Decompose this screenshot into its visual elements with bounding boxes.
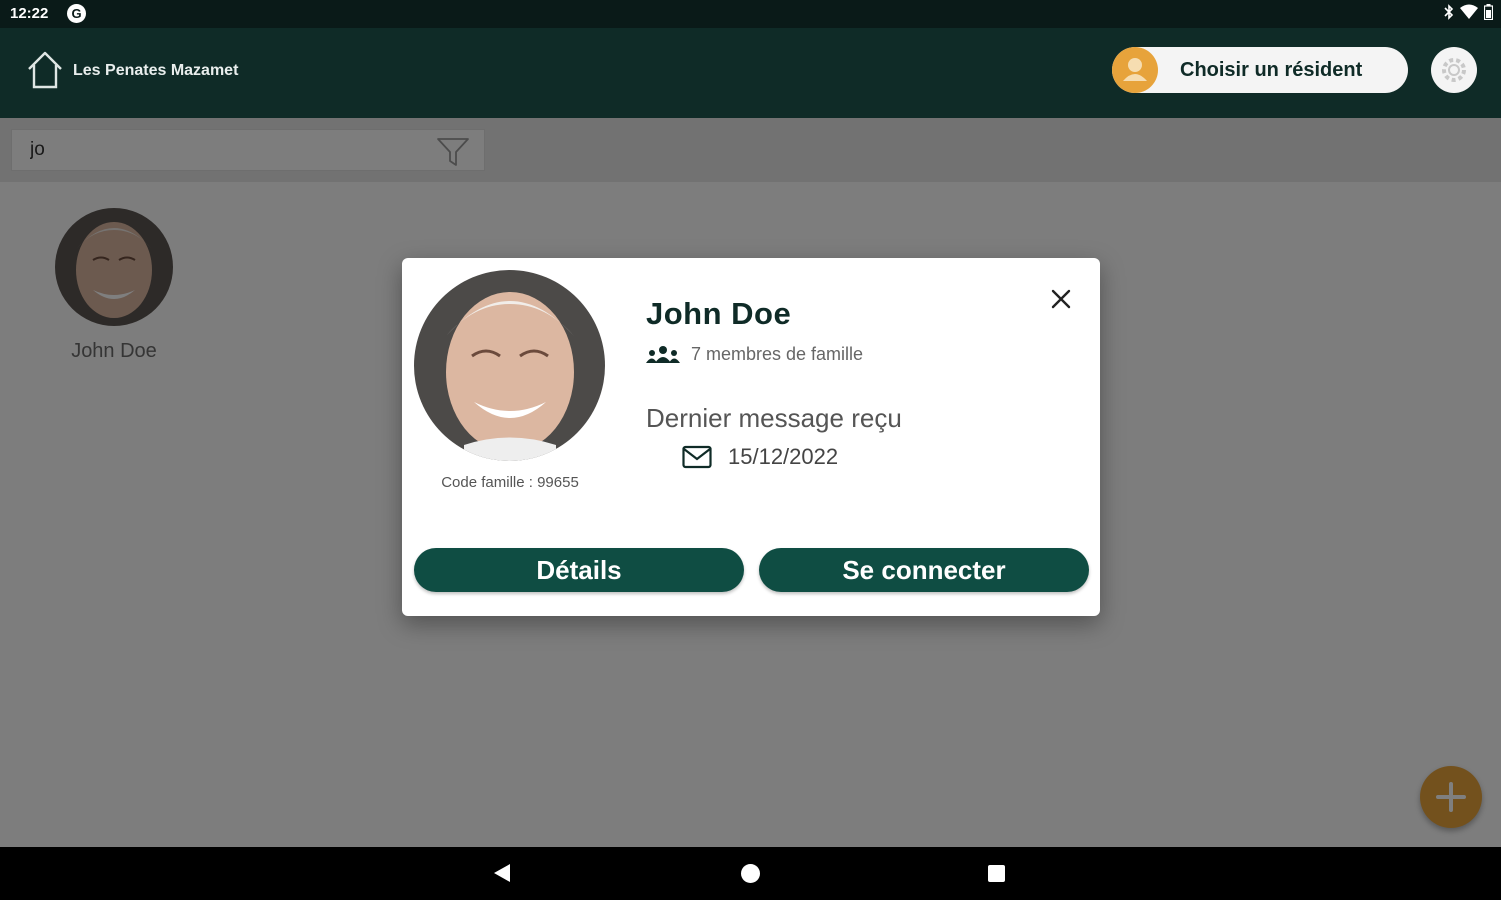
back-icon[interactable] [493, 863, 511, 883]
user-avatar-icon [1112, 47, 1158, 93]
people-icon [646, 345, 680, 363]
battery-icon [1483, 4, 1494, 24]
status-icons [1444, 4, 1494, 24]
system-navigation-bar [0, 847, 1501, 900]
choose-resident-label: Choisir un résident [1180, 59, 1363, 81]
wifi-icon [1460, 4, 1478, 24]
app-bar: Les Penates Mazamet Choisir un résident [0, 28, 1501, 118]
family-members-count: 7 membres de famille [691, 344, 864, 364]
family-members-row: 7 membres de famille [645, 344, 863, 365]
last-message-date: 15/12/2022 [728, 444, 839, 469]
facility-name: Les Penates Mazamet [73, 62, 239, 79]
status-time: 12:22 [10, 5, 49, 22]
settings-button[interactable] [1431, 47, 1477, 93]
gear-icon [1442, 58, 1466, 82]
family-code: Code famille : 99655 [441, 474, 579, 491]
home-icon[interactable] [26, 50, 64, 90]
app-notification-icon: G [67, 4, 86, 23]
close-icon[interactable] [1044, 282, 1078, 316]
status-bar: 12:22 G [0, 0, 1501, 28]
recents-square-icon[interactable] [988, 865, 1005, 882]
envelope-icon [682, 445, 712, 469]
details-button[interactable]: Détails [414, 548, 744, 592]
resident-name-title: John Doe [646, 296, 792, 331]
home-circle-icon[interactable] [741, 864, 760, 883]
resident-detail-dialog: Code famille : 99655 John Doe 7 membres … [402, 258, 1100, 616]
choose-resident-button[interactable]: Choisir un résident [1112, 47, 1408, 93]
last-message-row: 15/12/2022 [682, 444, 838, 470]
bluetooth-icon [1444, 4, 1454, 24]
last-message-label: Dernier message reçu [646, 403, 902, 433]
connect-button[interactable]: Se connecter [759, 548, 1089, 592]
resident-portrait [414, 270, 605, 461]
